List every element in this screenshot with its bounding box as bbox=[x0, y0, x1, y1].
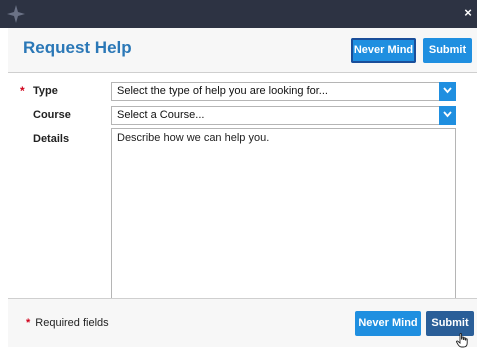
app-logo-icon bbox=[5, 3, 27, 25]
required-marker: * bbox=[26, 317, 31, 329]
never-mind-button[interactable]: Never Mind bbox=[351, 38, 416, 63]
never-mind-button[interactable]: Never Mind bbox=[355, 311, 421, 336]
dialog-title: Request Help bbox=[23, 38, 132, 57]
details-placeholder: Describe how we can help you. bbox=[117, 132, 270, 144]
chevron-down-icon[interactable] bbox=[439, 82, 456, 101]
request-help-dialog: Request Help Never Mind Submit * Type Se… bbox=[8, 28, 477, 347]
chevron-down-icon[interactable] bbox=[439, 106, 456, 125]
course-select[interactable]: Select a Course... bbox=[111, 106, 456, 125]
required-marker: * bbox=[20, 84, 25, 98]
close-icon[interactable]: × bbox=[462, 6, 474, 20]
type-select-value: Select the type of help you are looking … bbox=[117, 85, 328, 97]
required-fields-note: * Required fields bbox=[26, 317, 109, 329]
required-fields-text: Required fields bbox=[35, 317, 109, 329]
course-label: Course bbox=[33, 109, 71, 121]
window-titlebar: × bbox=[0, 0, 477, 28]
submit-button[interactable]: Submit bbox=[423, 38, 472, 63]
type-label: Type bbox=[33, 85, 58, 97]
details-textarea[interactable]: Describe how we can help you. bbox=[111, 128, 456, 300]
type-select[interactable]: Select the type of help you are looking … bbox=[111, 82, 456, 101]
hand-cursor-icon bbox=[456, 333, 468, 348]
dialog-header: Request Help Never Mind Submit bbox=[8, 28, 477, 73]
details-label: Details bbox=[33, 133, 70, 145]
dialog-footer: * Required fields Never Mind Submit bbox=[8, 298, 477, 347]
course-select-value: Select a Course... bbox=[117, 109, 205, 121]
